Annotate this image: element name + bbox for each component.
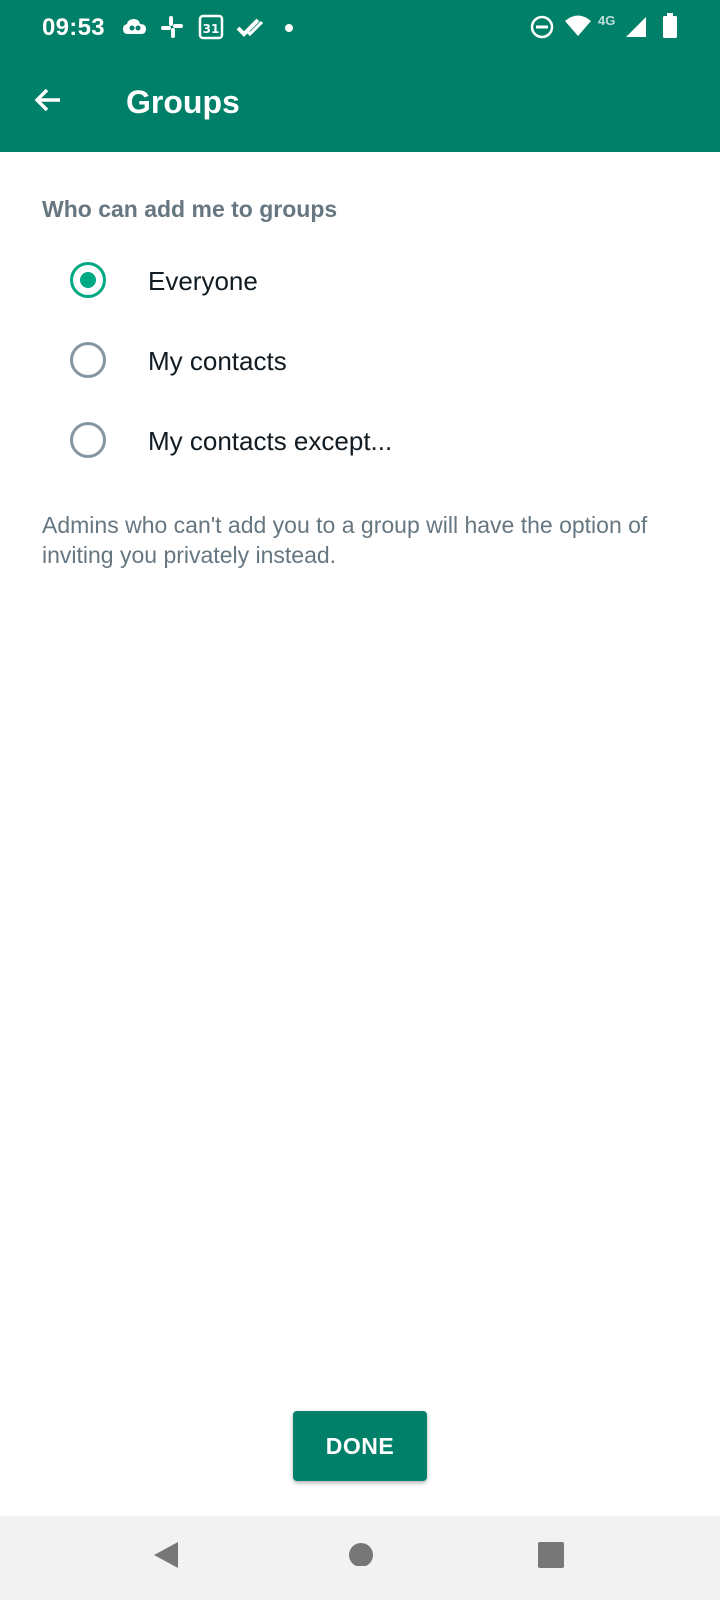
status-bar: 09:53 31 4G (0, 0, 720, 54)
home-circle-icon[interactable] (348, 1540, 374, 1571)
check-icon (236, 17, 264, 37)
radio-button[interactable] (70, 342, 106, 378)
radio-label: My contacts except... (148, 426, 393, 456)
radio-dot (80, 272, 96, 288)
notification-dot-icon (284, 23, 294, 33)
section-header: Who can add me to groups (42, 196, 338, 222)
done-button[interactable]: DONE (293, 1411, 427, 1481)
back-button[interactable] (20, 74, 76, 130)
info-note: Admins who can't add you to a group will… (42, 512, 648, 568)
page-title: Groups (126, 84, 240, 120)
radio-label: Everyone (148, 266, 258, 296)
calendar-icon: 31 (198, 14, 224, 40)
radio-option-everyone[interactable]: Everyone (0, 240, 720, 320)
back-triangle-icon[interactable] (152, 1540, 180, 1575)
slack-icon (160, 15, 184, 39)
screen: 09:53 31 4G Groups Who can add me to gro… (0, 0, 720, 1600)
dnd-icon (530, 15, 554, 39)
signal-icon (624, 16, 648, 38)
status-time: 09:53 (42, 14, 105, 41)
svg-text:31: 31 (203, 22, 220, 36)
cloud-icon (122, 17, 148, 37)
toolbar: Groups (0, 54, 720, 152)
navigation-bar (0, 1516, 720, 1600)
arrow-left-icon (32, 84, 64, 121)
battery-icon (662, 13, 678, 39)
wifi-icon (564, 15, 592, 37)
network-type-label: 4G (598, 13, 616, 28)
radio-option-my-contacts-except[interactable]: My contacts except... (0, 400, 720, 480)
radio-button[interactable] (70, 422, 106, 458)
radio-button-checked[interactable] (70, 262, 106, 298)
radio-option-my-contacts[interactable]: My contacts (0, 320, 720, 400)
recents-square-icon[interactable] (537, 1540, 565, 1573)
radio-label: My contacts (148, 346, 287, 376)
